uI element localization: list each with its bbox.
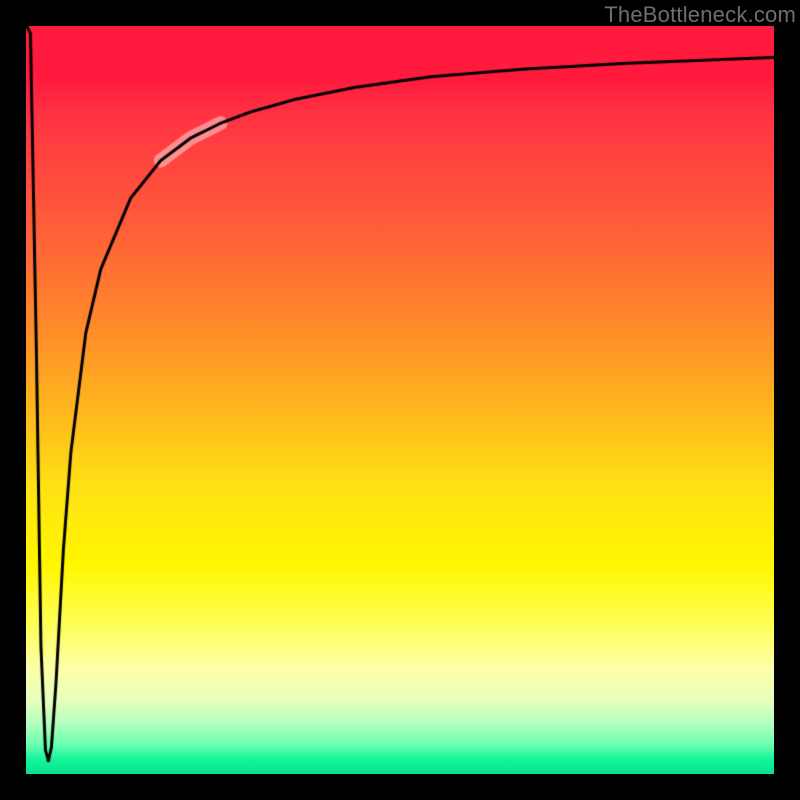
attribution-text: TheBottleneck.com — [604, 2, 796, 28]
stage: TheBottleneck.com — [0, 0, 800, 800]
bottleneck-curve-chart — [26, 26, 774, 774]
